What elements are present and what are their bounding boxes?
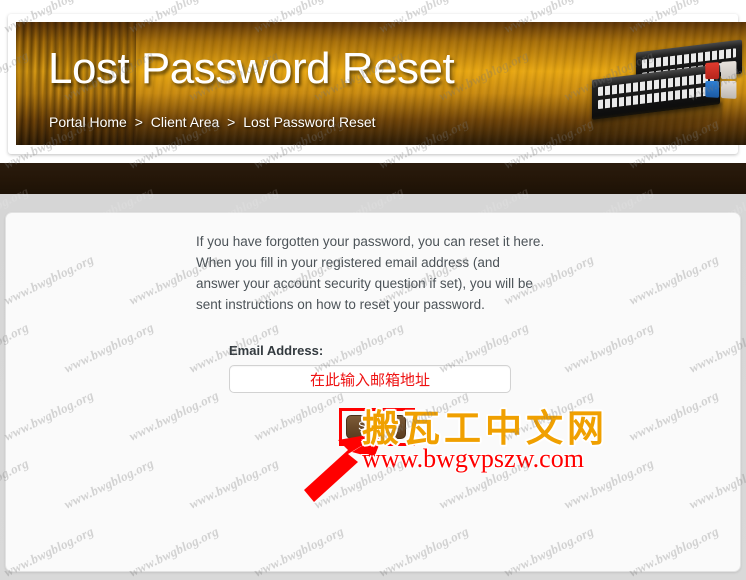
intro-text: If you have forgotten your password, you… — [196, 234, 545, 312]
page-header-area: Lost Password Reset Portal Home > Client… — [0, 0, 746, 163]
network-switch-icon — [580, 38, 742, 142]
windows-logo-icon — [705, 60, 738, 101]
breadcrumb-item-portal-home[interactable]: Portal Home — [49, 114, 127, 130]
breadcrumb-item-client-area[interactable]: Client Area — [151, 114, 219, 130]
submit-button[interactable]: Submit — [346, 415, 406, 439]
breadcrumb-item-lost-password-reset: Lost Password Reset — [243, 114, 376, 130]
email-address-label: Email Address: — [229, 343, 324, 358]
page-title: Lost Password Reset — [48, 44, 455, 93]
breadcrumb-separator-2: > — [227, 114, 236, 130]
email-input[interactable] — [229, 365, 511, 393]
breadcrumb-separator-1: > — [134, 114, 143, 130]
page-banner: Lost Password Reset Portal Home > Client… — [16, 22, 746, 145]
breadcrumb: Portal Home > Client Area > Lost Passwor… — [49, 114, 376, 130]
header-dark-bar — [0, 163, 746, 194]
